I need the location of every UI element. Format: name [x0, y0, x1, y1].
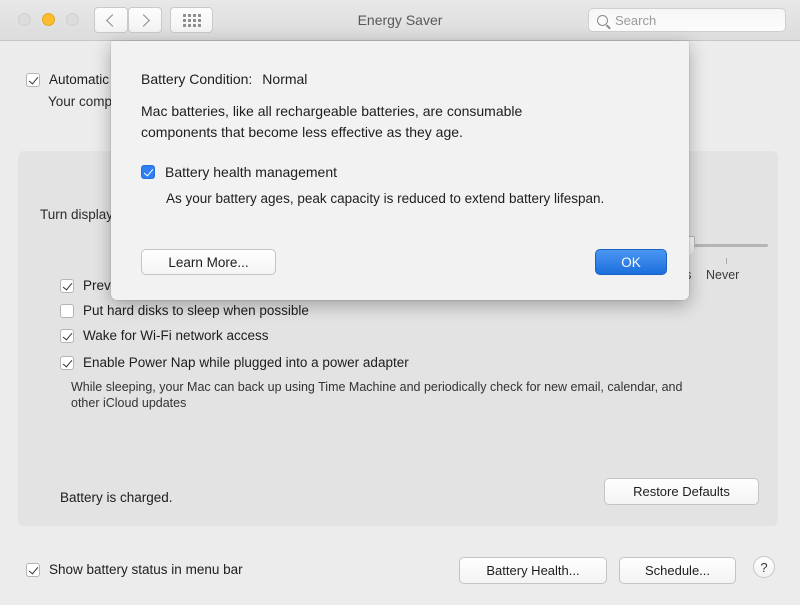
energy-saver-window: Energy Saver Search Automatic graphics s… — [0, 0, 800, 605]
battery-condition-row: Battery Condition: Normal — [141, 71, 307, 87]
search-icon — [597, 14, 608, 26]
learn-more-button[interactable]: Learn More... — [141, 249, 276, 275]
show-battery-status-label: Show battery status in menu bar — [49, 562, 243, 577]
battery-info-paragraph: Mac batteries, like all rechargeable bat… — [141, 103, 523, 140]
hard-disk-sleep-checkbox[interactable] — [60, 304, 74, 318]
prevent-sleep-checkbox[interactable] — [60, 279, 74, 293]
battery-condition-label: Battery Condition: — [141, 71, 253, 87]
search-placeholder: Search — [615, 12, 657, 28]
battery-health-management-row[interactable]: Battery health management — [141, 164, 337, 180]
power-nap-checkbox[interactable] — [60, 356, 74, 370]
battery-status-text: Battery is charged. — [60, 490, 173, 505]
battery-health-management-description: As your battery ages, peak capacity is r… — [166, 191, 605, 206]
option-row-wake-wifi[interactable]: Wake for Wi-Fi network access — [60, 328, 269, 344]
help-button[interactable]: ? — [753, 556, 775, 578]
wake-wifi-label: Wake for Wi-Fi network access — [83, 328, 269, 343]
show-battery-status-checkbox[interactable] — [26, 563, 40, 577]
restore-defaults-button[interactable]: Restore Defaults — [604, 478, 759, 505]
slider-label-never: Never — [706, 268, 740, 282]
slider-track[interactable] — [690, 244, 768, 247]
power-nap-description: While sleeping, your Mac can back up usi… — [71, 380, 683, 410]
search-field[interactable]: Search — [588, 8, 786, 32]
show-battery-status-row[interactable]: Show battery status in menu bar — [26, 562, 243, 578]
battery-condition-value: Normal — [262, 71, 308, 87]
power-nap-label: Enable Power Nap while plugged into a po… — [83, 355, 409, 370]
wake-wifi-checkbox[interactable] — [60, 329, 74, 343]
battery-health-management-label: Battery health management — [165, 164, 337, 180]
auto-graphics-checkbox[interactable] — [26, 73, 40, 87]
hard-disk-sleep-label: Put hard disks to sleep when possible — [83, 303, 309, 318]
option-row-power-nap[interactable]: Enable Power Nap while plugged into a po… — [60, 355, 409, 371]
battery-health-button[interactable]: Battery Health... — [459, 557, 607, 584]
schedule-button[interactable]: Schedule... — [619, 557, 736, 584]
battery-health-sheet: Battery Condition: Normal Mac batteries, … — [111, 41, 689, 300]
slider-tick — [726, 258, 727, 264]
battery-health-management-checkbox[interactable] — [141, 165, 155, 179]
ok-button[interactable]: OK — [595, 249, 667, 275]
option-row-hard-disks[interactable]: Put hard disks to sleep when possible — [60, 303, 309, 319]
window-titlebar: Energy Saver Search — [0, 0, 800, 41]
